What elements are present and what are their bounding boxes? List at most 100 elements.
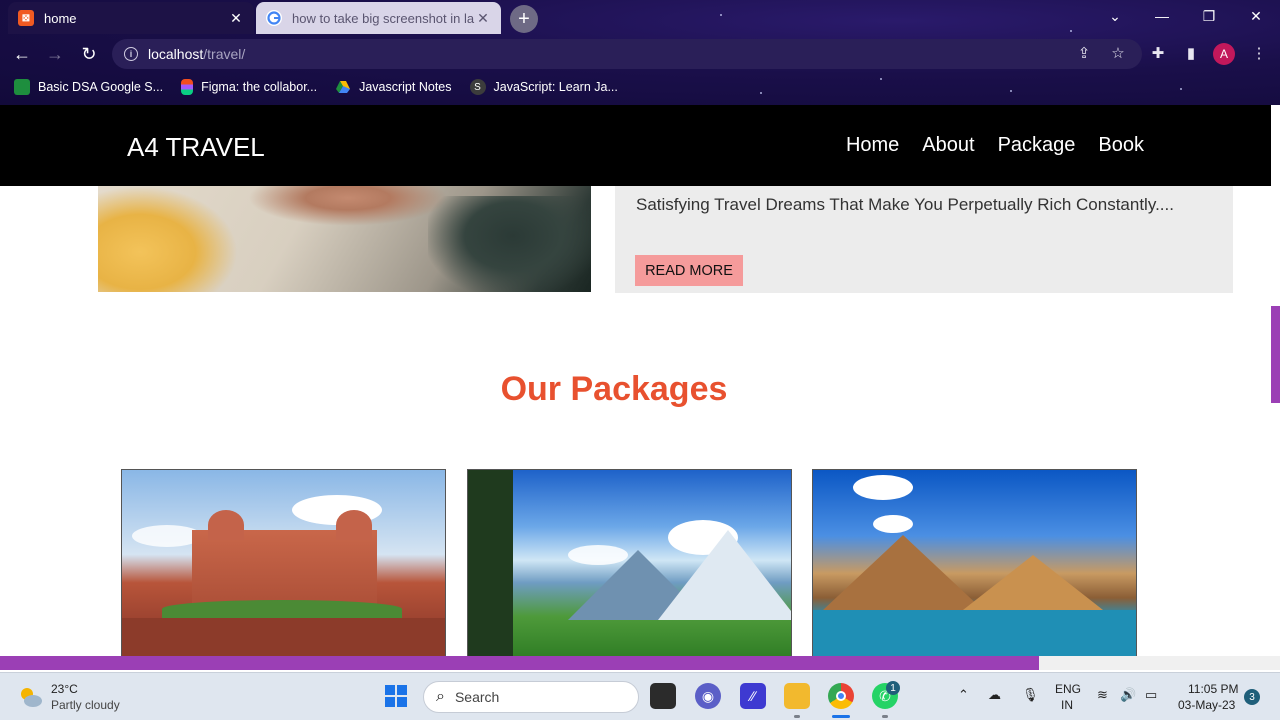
address-bar[interactable]: i localhost/travel/ [112, 39, 1142, 69]
vertical-scrollbar-thumb[interactable] [1271, 306, 1280, 403]
photo-detail [428, 196, 591, 292]
browser-toolbar: ← → ↻ i localhost/travel/ ⇪ ☆ ✚ ▮ A ⋮ [0, 36, 1280, 72]
notification-count-badge[interactable]: 3 [1244, 689, 1260, 705]
site-header: A4 TRAVEL Home About Package Book [0, 105, 1271, 186]
running-indicator [882, 715, 888, 718]
tab-strip: ⊠ home ✕ how to take big screenshot in l… [0, 0, 1280, 36]
share-icon[interactable]: ⇪ [1073, 42, 1095, 64]
battery-icon[interactable]: ▭ [1145, 687, 1157, 703]
nav-home[interactable]: Home [846, 134, 899, 157]
tab-search-chevron-icon[interactable]: ⌄ [1092, 0, 1138, 32]
weather-temperature[interactable]: 23°C [51, 682, 78, 696]
url-path: /travel/ [203, 46, 246, 62]
extensions-puzzle-icon[interactable]: ✚ [1147, 42, 1169, 64]
close-window-button[interactable]: ✕ [1233, 0, 1279, 32]
horizontal-scrollbar-track[interactable] [1039, 656, 1280, 670]
bookmark-item[interactable]: S JavaScript: Learn Ja... [469, 79, 618, 95]
photo-detail [98, 186, 238, 292]
bookmark-label: JavaScript: Learn Ja... [493, 80, 618, 94]
url-host: localhost [148, 46, 204, 62]
site-info-icon[interactable]: i [124, 47, 138, 61]
more-menu-icon[interactable]: ⋮ [1248, 42, 1270, 64]
onedrive-cloud-icon[interactable]: ☁ [988, 687, 1001, 703]
partly-cloudy-icon[interactable] [16, 683, 44, 711]
mountain [658, 530, 791, 620]
browser-chrome: ⊠ home ✕ how to take big screenshot in l… [0, 0, 1280, 105]
forward-arrow-icon[interactable]: → [43, 42, 67, 66]
pine-trees [468, 470, 513, 656]
cloud [873, 515, 913, 533]
search-icon: ⌕ [436, 688, 445, 705]
wifi-icon[interactable]: ≋ [1097, 687, 1108, 703]
sheets-icon [14, 79, 30, 95]
mountain [823, 535, 983, 610]
windows-taskbar: 23°C Partly cloudy ⌕ Search ◉ ∕∕ ✆ 1 ⌃ ☁… [0, 672, 1280, 720]
tab-title: home [44, 10, 77, 26]
tab-title: how to take big screenshot in lap [292, 10, 475, 26]
bookmark-item[interactable]: Basic DSA Google S... [14, 79, 163, 95]
fort-wall [122, 618, 445, 656]
minimize-button[interactable]: — [1139, 0, 1185, 32]
fort-lawn [162, 600, 402, 618]
site-nav: Home About Package Book [846, 134, 1144, 157]
bookmark-label: Basic DSA Google S... [38, 80, 164, 94]
code-editor-icon[interactable]: ∕∕ [740, 683, 766, 709]
bookmarks-bar: Basic DSA Google S... Figma: the collabo… [0, 74, 1280, 100]
language-indicator[interactable]: ENG [1055, 682, 1081, 696]
language-region[interactable]: IN [1061, 698, 1073, 712]
clock-date[interactable]: 03-May-23 [1178, 698, 1235, 712]
volume-icon[interactable]: 🔊 [1120, 687, 1136, 703]
search-placeholder: Search [454, 689, 500, 705]
side-panel-icon[interactable]: ▮ [1180, 42, 1202, 64]
nav-about[interactable]: About [922, 134, 974, 157]
teams-chat-icon[interactable]: ◉ [695, 683, 721, 709]
lake-water [813, 610, 1136, 656]
bookmark-label: Javascript Notes [359, 80, 452, 94]
package-card-valley[interactable] [467, 469, 792, 656]
nav-book[interactable]: Book [1098, 134, 1144, 157]
microphone-icon[interactable]: 🎙 [1022, 687, 1039, 703]
file-explorer-icon[interactable] [784, 683, 810, 709]
bookmark-label: Figma: the collabor... [201, 80, 318, 94]
read-more-button[interactable]: READ MORE [635, 255, 743, 286]
close-icon[interactable]: ✕ [228, 10, 244, 27]
back-arrow-icon[interactable]: ← [10, 42, 34, 66]
close-icon[interactable]: ✕ [475, 10, 491, 27]
bookmark-star-icon[interactable]: ☆ [1107, 42, 1129, 64]
hero-card: Satisfying Travel Dreams That Make You P… [615, 186, 1233, 293]
chevron-up-icon[interactable]: ⌃ [958, 687, 969, 703]
active-indicator [832, 715, 850, 718]
site-logo[interactable]: A4 TRAVEL [127, 132, 265, 163]
reload-icon[interactable]: ↻ [77, 42, 101, 66]
mountain [963, 555, 1103, 610]
nav-package[interactable]: Package [998, 134, 1076, 157]
web-page: A4 TRAVEL Home About Package Book Satisf… [0, 105, 1280, 656]
horizontal-scrollbar-thumb[interactable] [0, 656, 1039, 670]
fort-dome [336, 510, 372, 540]
bookmark-item[interactable]: Javascript Notes [335, 79, 452, 95]
chrome-icon[interactable] [828, 683, 854, 709]
tab-home[interactable]: ⊠ home ✕ [8, 2, 254, 34]
taskbar-search[interactable]: ⌕ Search [423, 681, 639, 713]
task-view-icon[interactable] [650, 683, 676, 709]
javascript-icon: S [469, 79, 486, 95]
tab-google-search[interactable]: how to take big screenshot in lap ✕ [256, 2, 501, 34]
fort-dome [208, 510, 244, 540]
restore-button[interactable]: ❐ [1186, 0, 1232, 32]
package-card-lake[interactable] [812, 469, 1137, 656]
profile-avatar[interactable]: A [1213, 43, 1235, 65]
package-card-red-fort[interactable] [121, 469, 446, 656]
new-tab-button[interactable]: + [510, 5, 538, 33]
xampp-icon: ⊠ [18, 10, 34, 26]
cloud [853, 475, 913, 500]
windows-start-icon[interactable] [383, 683, 409, 709]
running-indicator [794, 715, 800, 718]
clock-time[interactable]: 11:05 PM [1188, 682, 1238, 696]
weather-description[interactable]: Partly cloudy [51, 698, 120, 712]
photo-detail [248, 186, 448, 226]
hero-text: Satisfying Travel Dreams That Make You P… [636, 195, 1174, 214]
google-icon [266, 10, 282, 26]
packages-title: Our Packages [500, 370, 728, 408]
hero-image [98, 186, 591, 292]
bookmark-item[interactable]: Figma: the collabor... [181, 79, 317, 95]
